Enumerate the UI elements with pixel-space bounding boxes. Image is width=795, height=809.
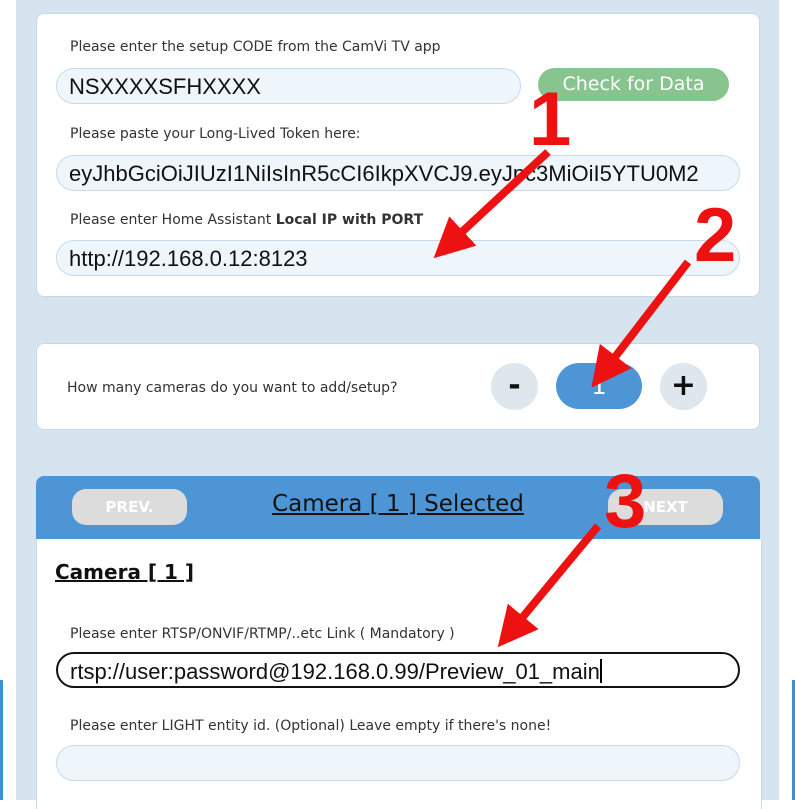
arrow-1 [433,149,551,259]
annotation-number-1: 1 [529,77,572,162]
arrow-3 [497,523,602,648]
annotation-number-3: 3 [604,459,647,544]
annotation-arrows [433,149,692,648]
arrow-2 [591,259,692,388]
annotation-number-2: 2 [694,193,737,278]
